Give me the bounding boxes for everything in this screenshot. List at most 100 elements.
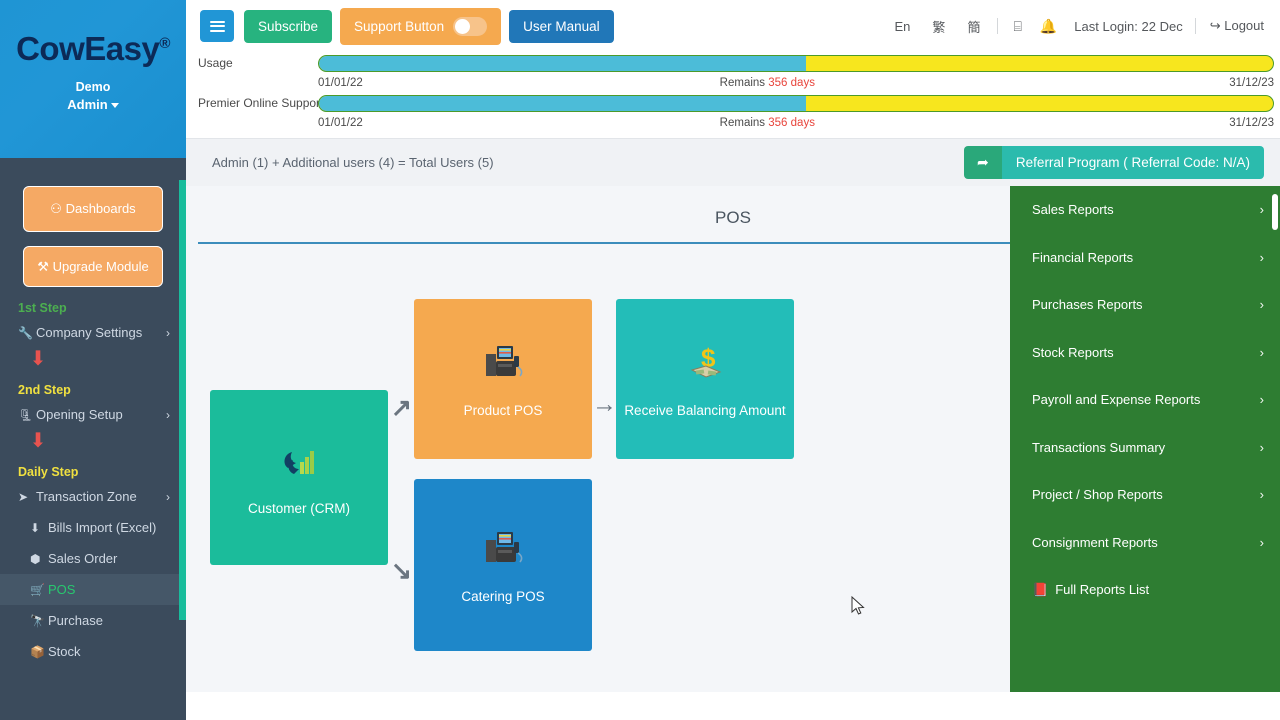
chevron-right-icon: › bbox=[1259, 487, 1264, 503]
arrow-north-east-icon: ↗ bbox=[391, 394, 412, 422]
support-remains-value: 356 days bbox=[768, 117, 815, 129]
usage-dates: 01/01/22 Remains 356 days 31/12/23 bbox=[198, 74, 1274, 92]
referral-program-button[interactable]: Referral Program ( Referral Code: N/A) bbox=[1001, 146, 1264, 179]
upgrade-module-button-label: Upgrade Module bbox=[52, 258, 149, 274]
report-item-financial-reports[interactable]: Financial Reports › bbox=[1010, 234, 1280, 282]
dashboards-button[interactable]: ⚇ Dashboards bbox=[23, 186, 163, 232]
arrow-east-icon: → bbox=[592, 390, 617, 418]
report-item-transactions-summary[interactable]: Transactions Summary › bbox=[1010, 424, 1280, 472]
card-label: Customer (CRM) bbox=[247, 501, 350, 516]
top-toolbar: Subscribe Support Button User Manual En … bbox=[186, 0, 1280, 52]
report-item-label: Financial Reports bbox=[1032, 249, 1134, 265]
main-region: Subscribe Support Button User Manual En … bbox=[186, 0, 1280, 720]
money-svg: $ bbox=[690, 343, 722, 378]
chevron-right-icon: › bbox=[166, 325, 170, 340]
sidebar-item-label: Bills Import (Excel) bbox=[48, 520, 157, 536]
account-role-label: Admin bbox=[67, 97, 108, 112]
report-item-sales-reports[interactable]: Sales Reports › bbox=[1010, 186, 1280, 234]
app-logo[interactable]: CowEasy® bbox=[16, 0, 170, 68]
support-progress-fill bbox=[319, 95, 806, 111]
sidebar-scrollbar[interactable] bbox=[179, 180, 186, 620]
step-label-2: 2nd Step bbox=[18, 383, 71, 398]
lock-icon: 🗜 bbox=[18, 407, 34, 422]
cart-icon: 🛒 bbox=[30, 582, 45, 597]
toolbar-divider bbox=[1194, 18, 1196, 34]
support-toggle[interactable] bbox=[453, 16, 488, 36]
user-manual-button[interactable]: User Manual bbox=[509, 9, 614, 43]
report-item-label: Stock Reports bbox=[1032, 344, 1114, 360]
sidebar-item-label: Purchase bbox=[48, 613, 103, 629]
lang-simplified-button[interactable]: 簡 bbox=[956, 17, 991, 36]
sidebar-item-pos[interactable]: 🛒 POS bbox=[0, 574, 186, 606]
logout-button[interactable]: ↪ Logout bbox=[1202, 18, 1264, 34]
card-receive-balancing-amount[interactable]: $ Receive Balancing Amount bbox=[616, 299, 794, 459]
chevron-down-icon bbox=[110, 103, 119, 109]
sidebar-item-bills-import[interactable]: ⬇ Bills Import (Excel) bbox=[0, 512, 186, 543]
step-arrow-down-icon: ⬇ bbox=[29, 348, 47, 371]
dashboards-button-label: Dashboards bbox=[65, 201, 136, 216]
usage-section: Usage 01/01/22 Remains 356 days 31/12/23 bbox=[186, 52, 1280, 132]
step-arrow-down-icon: ⬇ bbox=[29, 430, 47, 453]
account-role-menu[interactable]: Admin bbox=[0, 97, 186, 112]
support-progress-bar bbox=[318, 94, 1274, 112]
pos-terminal-icon bbox=[480, 340, 526, 393]
report-item-label: Full Reports List bbox=[1055, 582, 1150, 598]
share-icon[interactable]: ➦ bbox=[963, 146, 1002, 179]
sidebar-item-stock[interactable]: 📦 Stock bbox=[0, 636, 186, 667]
report-item-purchases-reports[interactable]: Purchases Reports › bbox=[1010, 281, 1280, 329]
bell-icon[interactable]: 🔔 bbox=[1031, 18, 1066, 35]
sidebar-item-sales-order[interactable]: ⬢ Sales Order bbox=[0, 543, 186, 574]
report-item-project-shop-reports[interactable]: Project / Shop Reports › bbox=[1010, 471, 1280, 519]
sidebar-item-company-settings[interactable]: 🔧 Company Settings › bbox=[0, 317, 186, 348]
usage-progress-fill bbox=[319, 55, 806, 71]
sidebar-item-transaction-zone[interactable]: ➤ Transaction Zone › bbox=[0, 481, 186, 512]
wrench-icon: 🔧 bbox=[18, 325, 33, 340]
hamburger-icon[interactable] bbox=[200, 10, 234, 42]
usage-row: Premier Online Support bbox=[198, 92, 1274, 114]
sidebar-item-label: Stock bbox=[48, 644, 81, 660]
chevron-right-icon: › bbox=[1259, 439, 1264, 455]
screen-icon[interactable]: ⌸ bbox=[1004, 18, 1030, 35]
lang-en-button[interactable]: En bbox=[884, 19, 922, 34]
sidebar-item-label: Sales Order bbox=[48, 551, 118, 567]
sidebar-item-label: Opening Setup bbox=[36, 407, 123, 423]
pos-terminal-svg bbox=[486, 346, 523, 377]
usage-end-date: 31/12/23 bbox=[1229, 77, 1274, 89]
upgrade-icon: ⚒ bbox=[37, 258, 49, 274]
report-item-payroll-expense-reports[interactable]: Payroll and Expense Reports › bbox=[1010, 376, 1280, 424]
crm-chart-svg bbox=[284, 451, 314, 474]
subscribe-button[interactable]: Subscribe bbox=[244, 9, 333, 43]
sidebar-item-purchase[interactable]: 🔭 Purchase bbox=[0, 605, 186, 636]
report-item-label: Payroll and Expense Reports bbox=[1032, 392, 1201, 408]
support-button-label: Support Button bbox=[354, 18, 445, 34]
lang-traditional-button[interactable]: 繁 bbox=[921, 17, 956, 36]
sidebar-item-opening-setup[interactable]: 🗜 Opening Setup › bbox=[0, 399, 186, 430]
chevron-right-icon: › bbox=[1259, 534, 1264, 550]
support-button[interactable]: Support Button bbox=[340, 7, 502, 45]
pos-terminal-icon bbox=[480, 526, 526, 579]
support-label: Premier Online Support bbox=[198, 96, 324, 110]
reports-scrollbar[interactable] bbox=[1272, 194, 1278, 230]
users-summary-bar: Admin (1) + Additional users (4) = Total… bbox=[186, 138, 1280, 186]
top-right-controls: En 繁 簡 ⌸ 🔔 Last Login: 22 Dec ↪ Logout bbox=[884, 17, 1264, 36]
chevron-right-icon: › bbox=[1259, 344, 1264, 360]
report-item-label: Purchases Reports bbox=[1032, 297, 1143, 313]
report-item-stock-reports[interactable]: Stock Reports › bbox=[1010, 329, 1280, 377]
card-customer-crm[interactable]: Customer (CRM) bbox=[210, 389, 388, 565]
card-catering-pos[interactable]: Catering POS bbox=[414, 479, 592, 651]
chevron-right-icon: › bbox=[1259, 392, 1264, 408]
sidebar-item-label: Company Settings bbox=[36, 325, 143, 341]
content-area: POS Customer (CRM) Product POS $ Receive… bbox=[186, 186, 1280, 692]
step-label-daily: Daily Step bbox=[18, 465, 79, 480]
card-product-pos[interactable]: Product POS bbox=[414, 299, 592, 459]
usage-remains-prefix: Remains bbox=[719, 77, 766, 89]
usage-row: Usage bbox=[198, 52, 1274, 74]
referral-group: ➦ Referral Program ( Referral Code: N/A) bbox=[963, 146, 1264, 179]
upgrade-module-button[interactable]: ⚒ Upgrade Module bbox=[23, 245, 163, 288]
logout-label: Logout bbox=[1224, 18, 1264, 33]
usage-remains-value: 356 days bbox=[768, 77, 815, 89]
sidebar-body: ⚇ Dashboards ⚒ Upgrade Module 1st Step 🔧… bbox=[0, 158, 186, 667]
report-item-consignment-reports[interactable]: Consignment Reports › bbox=[1010, 519, 1280, 567]
report-item-full-reports-list[interactable]: 📕 Full Reports List bbox=[1010, 566, 1280, 614]
chevron-right-icon: › bbox=[166, 407, 170, 422]
